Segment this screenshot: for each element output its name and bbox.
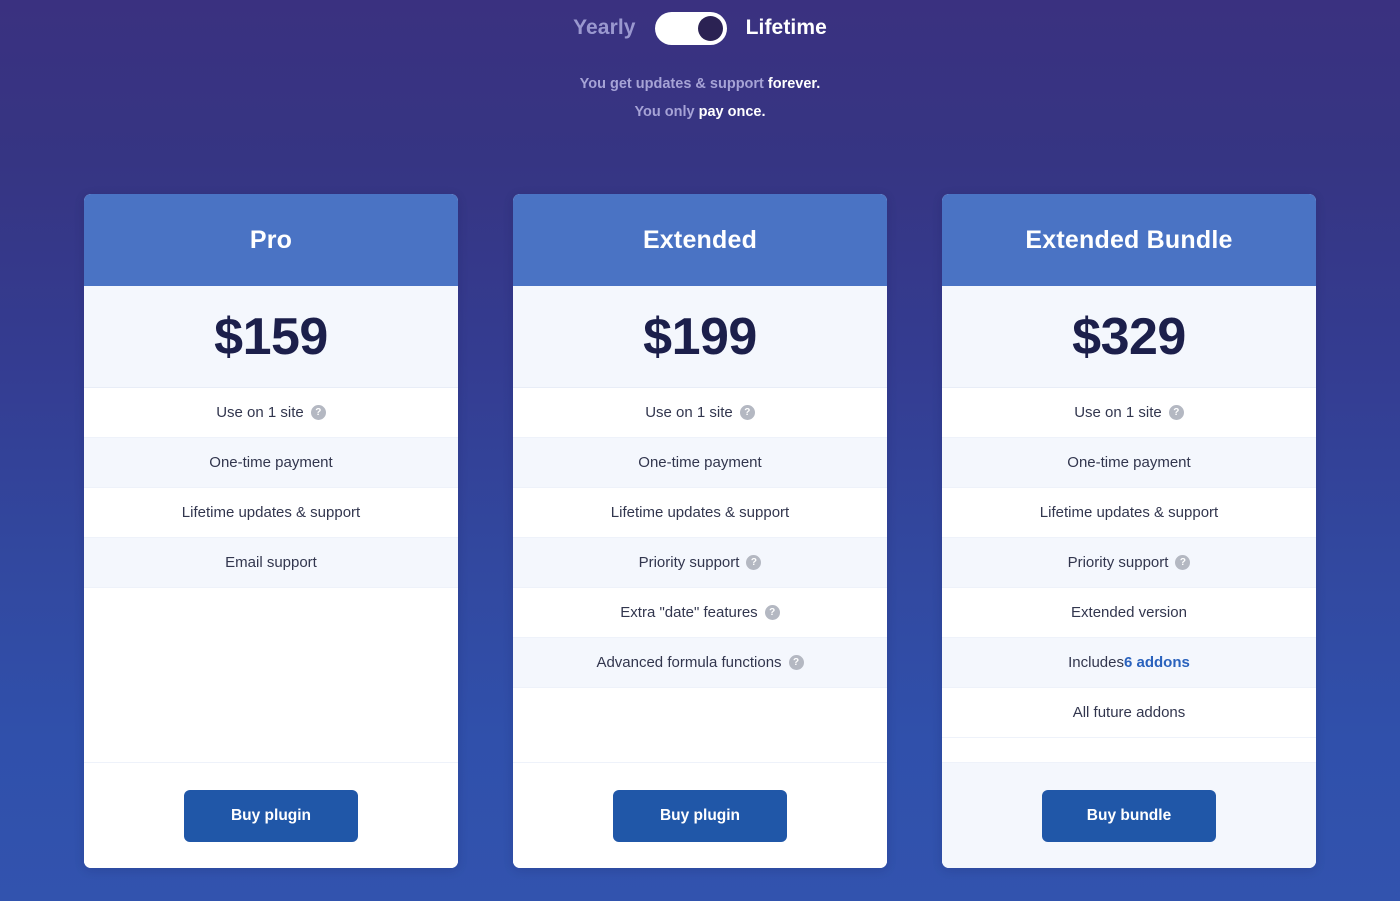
feature-label: One-time payment <box>209 454 333 471</box>
feature-label: Use on 1 site <box>1074 404 1162 421</box>
card-footer: Buy bundle <box>942 762 1316 868</box>
card-header: Extended Bundle <box>942 194 1316 286</box>
feature-row: Lifetime updates & support <box>84 488 458 538</box>
plan-price: $199 <box>643 307 757 366</box>
billing-period-toggle[interactable] <box>654 11 727 45</box>
buy-button[interactable]: Buy plugin <box>184 789 358 842</box>
tagline-line-2-text: You only <box>634 104 699 120</box>
tagline-line-1: You get updates & support forever. <box>0 70 1400 98</box>
help-icon[interactable]: ? <box>739 405 755 420</box>
help-icon[interactable]: ? <box>1175 555 1191 570</box>
feature-label: Use on 1 site <box>216 404 304 421</box>
feature-label: Advanced formula functions <box>596 654 782 671</box>
plan-name: Extended <box>642 225 758 254</box>
tagline-line-2: You only pay once. <box>0 98 1400 126</box>
feature-row: Use on 1 site? <box>84 388 458 438</box>
help-icon[interactable]: ? <box>310 405 326 420</box>
feature-row: One-time payment <box>942 438 1316 488</box>
feature-row: Includes 6 addons <box>942 638 1316 688</box>
feature-label: One-time payment <box>1067 454 1191 471</box>
help-icon[interactable]: ? <box>788 655 804 670</box>
card-footer: Buy plugin <box>513 762 887 868</box>
tagline-line-1-text: You get updates & support <box>579 76 768 92</box>
feature-row: Advanced formula functions? <box>513 638 887 688</box>
toggle-knob <box>697 15 723 41</box>
feature-label: One-time payment <box>638 454 762 471</box>
feature-row: Extended version <box>942 588 1316 638</box>
billing-lifetime-label[interactable]: Lifetime <box>746 16 827 40</box>
feature-list: Use on 1 site? One-time payment Lifetime u… <box>513 388 887 762</box>
feature-row: Lifetime updates & support <box>513 488 887 538</box>
feature-row: Priority support? <box>513 538 887 588</box>
help-icon[interactable]: ? <box>746 555 762 570</box>
buy-button[interactable]: Buy plugin <box>613 789 787 842</box>
pricing-cards: Pro $159 Use on 1 site? One-time payment Lif… <box>0 194 1400 868</box>
card-header: Extended <box>513 194 887 286</box>
feature-label: Includes <box>1068 654 1124 671</box>
feature-list-filler <box>513 688 887 762</box>
billing-period-switch: Yearly Lifetime <box>0 0 1400 48</box>
pricing-card: Pro $159 Use on 1 site? One-time payment Lif… <box>84 194 458 868</box>
billing-yearly-label[interactable]: Yearly <box>573 16 636 40</box>
feature-label: Extra "date" features <box>620 604 758 621</box>
feature-row: Email support <box>84 538 458 588</box>
help-icon[interactable]: ? <box>1168 405 1184 420</box>
plan-name: Extended Bundle <box>1025 225 1233 254</box>
feature-label: Use on 1 site <box>645 404 733 421</box>
feature-label: Extended version <box>1071 604 1187 621</box>
plan-price: $329 <box>1072 307 1186 366</box>
plan-name: Pro <box>249 225 293 254</box>
plan-price-block: $329 <box>942 286 1316 388</box>
feature-label: Lifetime updates & support <box>1039 504 1219 521</box>
feature-label: Priority support <box>638 554 740 571</box>
plan-price-block: $199 <box>513 286 887 388</box>
feature-label: Email support <box>225 554 317 571</box>
tagline-line-2-strong: pay once. <box>698 104 766 120</box>
card-footer: Buy plugin <box>84 762 458 868</box>
pricing-card: Extended Bundle $329 Use on 1 site? One-tim… <box>942 194 1316 868</box>
feature-row: One-time payment <box>513 438 887 488</box>
feature-list: Use on 1 site? One-time payment Lifetime u… <box>942 388 1316 762</box>
plan-price-block: $159 <box>84 286 458 388</box>
feature-row: All future addons <box>942 688 1316 738</box>
help-icon[interactable]: ? <box>764 605 780 620</box>
feature-label: Lifetime updates & support <box>181 504 361 521</box>
feature-label: Priority support <box>1067 554 1169 571</box>
pricing-card: Extended $199 Use on 1 site? One-time payme… <box>513 194 887 868</box>
feature-label: All future addons <box>1072 704 1186 721</box>
tagline-line-1-strong: forever. <box>767 76 821 92</box>
feature-row: One-time payment <box>84 438 458 488</box>
plan-price: $159 <box>214 307 328 366</box>
feature-list-filler <box>942 738 1316 762</box>
feature-label: Lifetime updates & support <box>610 504 790 521</box>
feature-row: Use on 1 site? <box>513 388 887 438</box>
feature-list-filler <box>84 588 458 762</box>
feature-list: Use on 1 site? One-time payment Lifetime u… <box>84 388 458 762</box>
feature-row: Extra "date" features? <box>513 588 887 638</box>
feature-row: Use on 1 site? <box>942 388 1316 438</box>
billing-tagline: You get updates & support forever. You o… <box>0 70 1400 126</box>
buy-button[interactable]: Buy bundle <box>1042 789 1216 842</box>
card-header: Pro <box>84 194 458 286</box>
feature-row: Priority support? <box>942 538 1316 588</box>
feature-row: Lifetime updates & support <box>942 488 1316 538</box>
addons-link[interactable]: 6 addons <box>1124 654 1190 671</box>
